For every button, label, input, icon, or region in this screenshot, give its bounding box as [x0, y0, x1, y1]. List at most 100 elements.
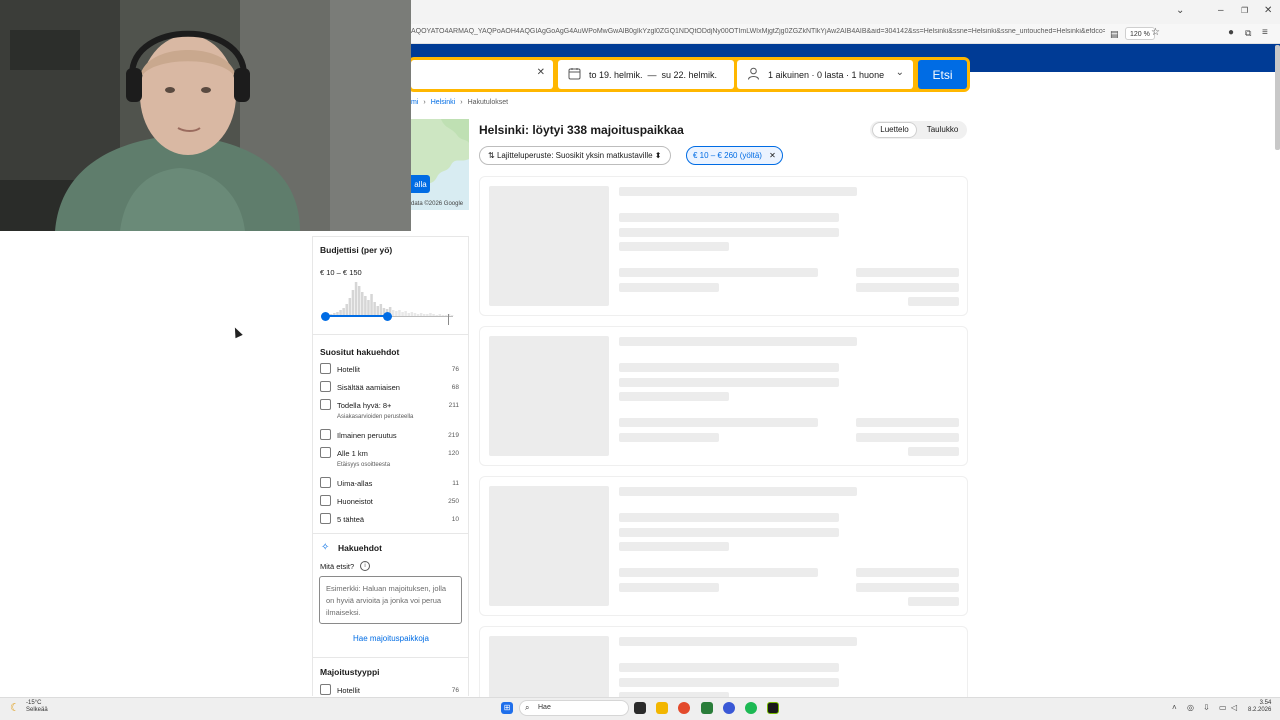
search-icon: ⌕ [525, 703, 530, 712]
skeleton-line [619, 337, 857, 346]
filter-count: 250 [448, 498, 459, 505]
filter-label-5-stars[interactable]: 5 tähteä [337, 515, 364, 524]
tray-volume-icon[interactable]: ◁ [1231, 703, 1237, 712]
tray-monitor-icon[interactable]: ▭ [1219, 703, 1227, 712]
breadcrumb-item-country[interactable]: mi [411, 99, 418, 106]
filter-checkbox-under-1km[interactable] [320, 447, 331, 458]
filter-checkbox-hotels[interactable] [320, 363, 331, 374]
ai-search-title: Hakuehdot [338, 543, 382, 553]
task-view-icon[interactable] [634, 702, 646, 714]
firefox-icon[interactable] [678, 702, 690, 714]
webcam-person-image [0, 0, 411, 231]
filter-count: 219 [448, 432, 459, 439]
grid-view-button[interactable]: Taulukko [920, 122, 965, 138]
breadcrumb: mi › Helsinki › Hakutulokset [411, 99, 508, 106]
search-properties-button[interactable]: Hae majoituspaikkoja [320, 634, 462, 643]
map-thumbnail[interactable]: alla [411, 119, 469, 210]
map-attribution: data ©2026 Google [411, 201, 464, 207]
extensions-icon[interactable]: ⧉ [1245, 27, 1251, 39]
filter-label-pool[interactable]: Uima-allas [337, 479, 372, 488]
skeleton-line [619, 487, 857, 496]
card-image-placeholder [489, 486, 609, 606]
messenger-icon[interactable] [723, 702, 735, 714]
map-land-shape [411, 119, 469, 189]
skeleton-line [619, 663, 839, 672]
maximize-window-icon[interactable]: ❐ [1241, 5, 1248, 17]
price-filter-chip[interactable]: € 10 – € 260 (yöltä) ✕ [686, 146, 783, 165]
bookmark-star-icon[interactable]: ☆ [1151, 27, 1160, 39]
menu-icon[interactable]: ≡ [1262, 27, 1268, 39]
property-type-checkbox-hotels[interactable] [320, 684, 331, 695]
filter-label-breakfast[interactable]: Sisältää aamiaisen [337, 383, 400, 392]
windows-start-icon[interactable]: ⊞ [501, 702, 513, 714]
chevron-down-icon: ⌄ [895, 67, 904, 78]
filter-checkbox-free-cancellation[interactable] [320, 429, 331, 440]
clear-destination-icon[interactable]: ✕ [537, 67, 545, 78]
tray-chevron-up-icon[interactable]: ˄ [1172, 703, 1177, 712]
show-on-map-button[interactable]: alla [411, 175, 430, 193]
ai-search-textarea[interactable]: Esimerkki: Haluan majoituksen, jolla on … [319, 576, 462, 624]
page-scrollbar[interactable] [1275, 45, 1280, 150]
result-card-loading [479, 326, 968, 466]
app-icon-green[interactable] [701, 702, 713, 714]
histogram-bar [361, 292, 364, 316]
webcam-overlay [0, 0, 411, 231]
filter-checkbox-breakfast[interactable] [320, 381, 331, 392]
ai-search-question: Mitä etsit? [320, 562, 355, 571]
filter-label-hotels[interactable]: Hotellit [337, 365, 360, 374]
weather-widget[interactable]: -15°C Selkeää [26, 700, 48, 714]
price-histogram [330, 282, 454, 316]
remove-filter-icon[interactable]: ✕ [769, 151, 776, 160]
filter-checkbox-apartments[interactable] [320, 495, 331, 506]
minimize-window-icon[interactable]: – [1218, 5, 1224, 17]
tab-list-chevron-icon[interactable]: ⌄ [1176, 5, 1184, 17]
skeleton-line [619, 283, 719, 292]
info-icon[interactable]: i [360, 561, 370, 571]
property-type-label-hotels[interactable]: Hotellit [337, 686, 360, 695]
skeleton-line [619, 378, 839, 387]
filter-count: 76 [451, 366, 459, 373]
filter-checkbox-pool[interactable] [320, 477, 331, 488]
histogram-bar [357, 286, 361, 316]
histogram-bar [370, 294, 373, 316]
taskbar-search-box[interactable]: ⌕ Hae [519, 700, 629, 716]
histogram-bar [373, 302, 376, 316]
date-range-field[interactable]: to 19. helmik. — su 22. helmik. [558, 60, 734, 89]
budget-slider-min-handle[interactable] [321, 312, 330, 321]
skeleton-line [856, 433, 959, 442]
histogram-bar [351, 290, 355, 316]
url-text[interactable]: AQOYATO4ARMAQ_YAQPoAOH4AQGIAgGoAgG4AuWPo… [411, 28, 1105, 35]
list-view-button[interactable]: Luettelo [872, 122, 917, 138]
filter-label-rating-8[interactable]: Todella hyvä: 8+ [337, 401, 391, 410]
result-card-loading [479, 626, 968, 699]
reader-view-icon[interactable]: ▤ [1110, 28, 1119, 40]
filter-checkbox-rating-8[interactable] [320, 399, 331, 410]
nvidia-icon[interactable] [767, 702, 779, 714]
breadcrumb-item-city[interactable]: Helsinki [431, 99, 456, 106]
budget-range-text: € 10 – € 150 [320, 268, 362, 277]
filter-label-apartments[interactable]: Huoneistot [337, 497, 373, 506]
skeleton-line [856, 568, 959, 577]
sort-dropdown-button[interactable]: ⇅ Lajitteluperuste: Suosikit yksin matku… [479, 146, 671, 165]
mouse-cursor [231, 325, 243, 339]
destination-field[interactable]: ✕ [411, 60, 553, 89]
skeleton-line [619, 213, 839, 222]
tray-download-icon[interactable]: ⇩ [1203, 703, 1210, 712]
file-explorer-icon[interactable] [656, 702, 668, 714]
search-submit-button[interactable]: Etsi [918, 60, 967, 89]
filter-label-free-cancellation[interactable]: Ilmainen peruutus [337, 431, 397, 440]
close-window-icon[interactable]: ✕ [1264, 5, 1272, 17]
spotify-icon[interactable] [745, 702, 757, 714]
filter-label-under-1km[interactable]: Alle 1 km [337, 449, 368, 458]
tray-app-icon[interactable]: ◎ [1187, 703, 1194, 712]
account-icon[interactable]: ● [1228, 27, 1234, 39]
filter-count: 68 [451, 384, 459, 391]
taskbar-clock[interactable]: 3.54 8.2.2026 [1248, 700, 1271, 714]
guests-field[interactable]: 1 aikuinen · 0 lasta · 1 huone ⌄ [737, 60, 913, 89]
filter-checkbox-5-stars[interactable] [320, 513, 331, 524]
skeleton-line [856, 268, 959, 277]
skeleton-line [619, 542, 729, 551]
budget-slider-max-handle[interactable] [383, 312, 392, 321]
skeleton-line [619, 392, 729, 401]
skeleton-line [619, 678, 839, 687]
